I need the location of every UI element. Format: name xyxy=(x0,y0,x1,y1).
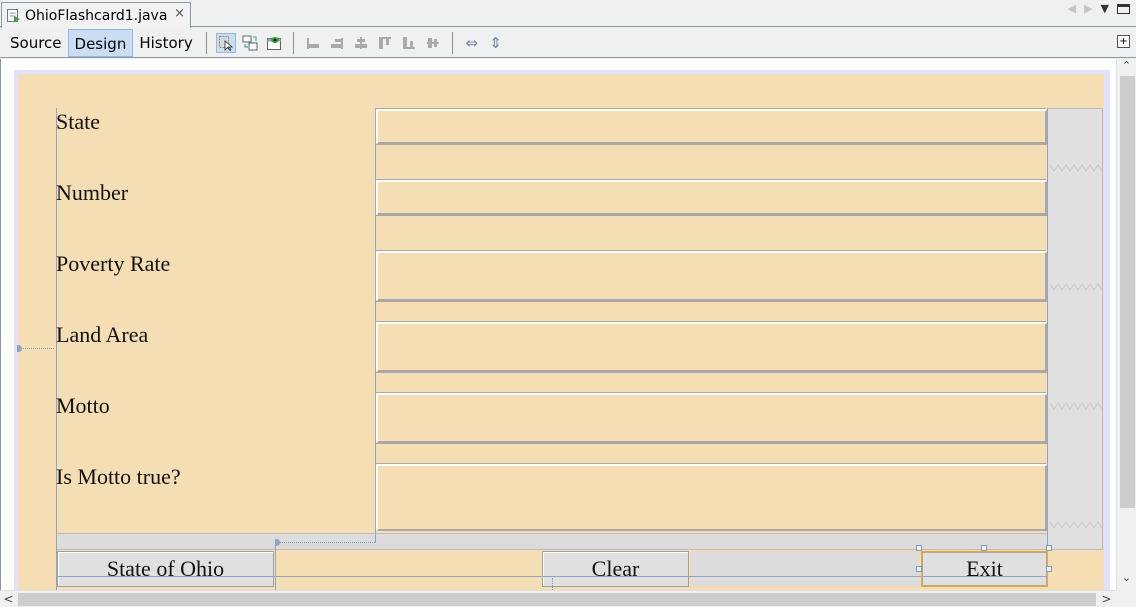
resizable-gap-indicator xyxy=(1050,164,1102,172)
scroll-right-icon[interactable]: > xyxy=(1098,591,1115,607)
number-field[interactable] xyxy=(376,180,1047,215)
toolbar-separator xyxy=(451,31,453,54)
vertical-gap-strip xyxy=(57,533,1047,550)
layout-guide-button xyxy=(275,542,276,590)
land-area-field[interactable] xyxy=(376,322,1047,372)
selection-mode-icon[interactable] xyxy=(215,32,236,53)
exit-button[interactable]: Exit xyxy=(921,551,1048,587)
clear-button[interactable]: Clear xyxy=(542,551,689,587)
editor-tab[interactable]: OhioFlashcard1.java × xyxy=(1,2,191,28)
is-motto-true-field[interactable] xyxy=(376,464,1047,531)
align-bottom-icon[interactable] xyxy=(399,33,419,53)
history-view-button[interactable]: History xyxy=(133,29,198,57)
editor-tab-title: OhioFlashcard1.java xyxy=(25,7,168,24)
vertical-scrollbar[interactable]: ⌃ ⌄ xyxy=(1116,59,1136,590)
scroll-up-icon[interactable]: ⌃ xyxy=(1117,59,1136,75)
netbeans-editor: OhioFlashcard1.java × ◀ ▶ ▼ Source Desig… xyxy=(0,0,1136,607)
label-land-area: Land Area xyxy=(56,322,149,347)
close-tab-icon[interactable]: × xyxy=(174,6,185,21)
resize-handle-n[interactable] xyxy=(981,545,987,551)
label-is-motto-true: Is Motto true? xyxy=(56,464,181,489)
align-left-icon[interactable] xyxy=(303,33,323,53)
label-state: State xyxy=(56,109,100,134)
row-gap xyxy=(376,301,1047,302)
align-right-icon[interactable] xyxy=(327,33,347,53)
anchor-gap-clear xyxy=(552,578,553,590)
label-number: Number xyxy=(56,180,129,205)
editor-toolbar: Source Design History ⇔ ⇕ + xyxy=(0,28,1136,58)
anchor-gap-bottom xyxy=(279,542,375,543)
scroll-tabs-left-icon[interactable]: ◀ xyxy=(1068,2,1076,15)
poverty-rate-field[interactable] xyxy=(376,251,1047,301)
anchor-gap-left xyxy=(20,348,54,349)
preview-design-icon[interactable] xyxy=(264,33,284,53)
row-gap xyxy=(376,215,1047,216)
source-view-button[interactable]: Source xyxy=(4,29,68,57)
resizable-gap-indicator xyxy=(1050,402,1102,410)
expand-palette-icon[interactable]: + xyxy=(1117,35,1130,48)
label-motto: Motto xyxy=(56,393,110,418)
state-field[interactable] xyxy=(376,109,1047,144)
row-gap xyxy=(376,372,1047,373)
tab-controls: ◀ ▶ ▼ xyxy=(1068,2,1130,15)
anchor-line xyxy=(375,531,376,543)
resize-handle-e[interactable] xyxy=(1046,566,1052,572)
toolbar-separator xyxy=(292,31,294,54)
maximize-window-icon[interactable] xyxy=(1117,3,1130,14)
editor-tab-strip: OhioFlashcard1.java × ◀ ▶ ▼ xyxy=(0,0,1136,28)
scroll-tabs-right-icon[interactable]: ▶ xyxy=(1084,2,1092,15)
resizable-gap-indicator xyxy=(1050,283,1102,291)
scroll-down-icon[interactable]: ⌄ xyxy=(1117,571,1136,587)
scroll-corner xyxy=(1116,590,1136,607)
horizontal-scroll-thumb[interactable] xyxy=(18,593,1096,606)
center-vertically-icon[interactable] xyxy=(423,33,443,53)
button-gap-strip xyxy=(690,551,920,587)
java-form-file-icon xyxy=(6,8,21,23)
align-top-icon[interactable] xyxy=(375,33,395,53)
scroll-left-icon[interactable]: < xyxy=(0,591,17,607)
center-horizontally-icon[interactable] xyxy=(351,33,371,53)
resize-handle-ne[interactable] xyxy=(1046,545,1052,551)
resizable-gap-indicator xyxy=(1050,521,1102,529)
state-of-ohio-button[interactable]: State of Ohio xyxy=(57,551,274,587)
vertical-scroll-thumb[interactable] xyxy=(1120,76,1135,508)
change-vertical-resizability-icon[interactable]: ⇕ xyxy=(486,33,506,53)
design-view-button[interactable]: Design xyxy=(67,28,134,57)
resize-handle-w[interactable] xyxy=(916,566,922,572)
motto-field[interactable] xyxy=(376,393,1047,443)
horizontal-resize-gap xyxy=(1047,108,1103,550)
baseline-guide xyxy=(57,576,1048,577)
row-gap xyxy=(376,443,1047,444)
row-gap xyxy=(376,144,1047,145)
horizontal-scrollbar[interactable]: < > xyxy=(0,590,1116,607)
change-horizontal-resizability-icon[interactable]: ⇔ xyxy=(462,33,482,53)
resize-handle-nw[interactable] xyxy=(916,545,922,551)
show-opened-documents-icon[interactable]: ▼ xyxy=(1101,2,1109,15)
label-poverty-rate: Poverty Rate xyxy=(56,251,171,276)
connection-mode-icon[interactable] xyxy=(240,33,260,53)
toolbar-separator xyxy=(205,31,207,54)
